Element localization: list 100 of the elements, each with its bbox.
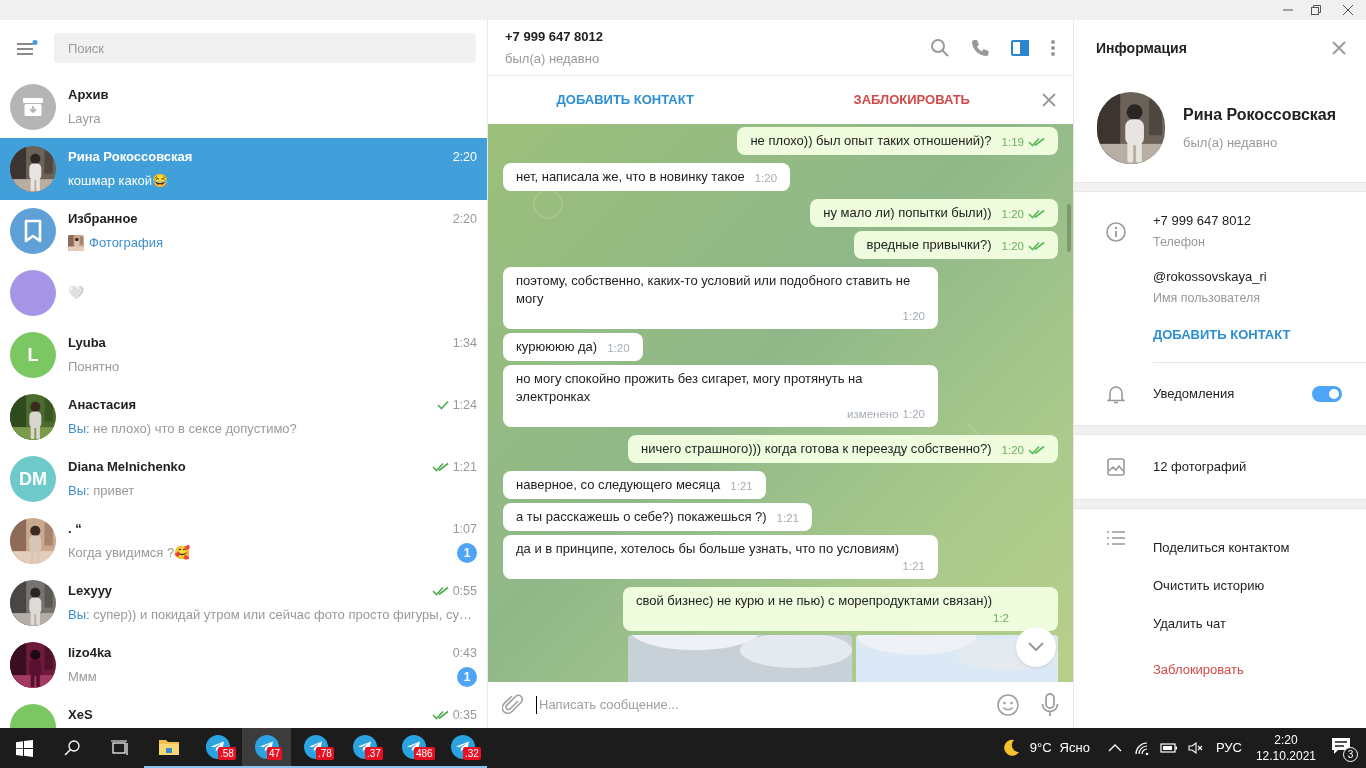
menu-item[interactable]: Поделиться контактом: [1153, 528, 1290, 567]
chat-name: Lexyyy: [68, 582, 113, 601]
taskbar-badge: .37: [365, 747, 383, 760]
phone-icon[interactable]: [970, 37, 990, 58]
message-preview: Вы: не плохо) что в сексе допустимо?: [68, 420, 297, 439]
message-time: 1:20: [902, 407, 925, 421]
wifi-icon[interactable]: [1133, 741, 1150, 755]
message-preview: Когда увидимся ?🥰: [68, 544, 191, 563]
menu-item[interactable]: Заблокировать: [1153, 650, 1290, 689]
panel-title: Информация: [1096, 38, 1187, 58]
taskbar-app[interactable]: .32: [438, 728, 487, 768]
clock-time: 2:20: [1274, 732, 1298, 748]
chat-time: 1:24: [452, 396, 477, 414]
unread-badge: 1: [457, 543, 477, 563]
info-icon: [1106, 222, 1126, 242]
message-time: 1:20: [754, 171, 778, 185]
message-input[interactable]: Написать сообщение...: [539, 695, 985, 715]
taskbar-app[interactable]: 486: [389, 728, 438, 768]
menu-icon[interactable]: [17, 40, 38, 56]
block-link[interactable]: ЗАБЛОКИРОВАТЬ: [853, 90, 970, 110]
attach-icon[interactable]: [502, 694, 524, 716]
message-preview: Вы: привет: [68, 482, 135, 501]
chat-time: 2:20: [452, 148, 477, 166]
close-icon[interactable]: [1343, 5, 1353, 15]
message-text: да и в принципе, хотелось бы больше узнать, что по условиям): [516, 540, 900, 558]
weather-temp: 9°C: [1029, 739, 1052, 758]
profile-name: Рина Рокоссовская: [1183, 105, 1337, 126]
message-time: 1:21: [730, 479, 753, 493]
taskbar-badge: 47: [267, 747, 283, 760]
taskbar-badge: .32: [463, 747, 481, 760]
message-icon[interactable]: [1332, 738, 1350, 754]
sidebar-toggle-icon[interactable]: [1010, 37, 1030, 58]
taskbar-app[interactable]: .78: [291, 728, 340, 768]
chat-name: Diana Melnichenko: [68, 458, 186, 477]
photos-link[interactable]: 12 фотографий: [1153, 456, 1247, 477]
close-icon[interactable]: [1332, 41, 1346, 55]
chat-time: 2:20: [452, 210, 477, 228]
unread-badge: 1: [457, 667, 477, 687]
chevron-down-icon: [1028, 642, 1044, 652]
scrollbar-thumb[interactable]: [1067, 204, 1071, 252]
message-time: 1:20: [902, 309, 925, 323]
message-text: вредные привычки?): [866, 236, 992, 254]
task-view-icon[interactable]: [111, 740, 129, 756]
chat-time: 1:34: [452, 334, 477, 352]
message-text: а ты расскажешь о себе?) покажешься ?): [516, 508, 767, 526]
add-contact-link[interactable]: ДОБАВИТЬ КОНТАКТ: [1153, 325, 1291, 345]
chat-name: XeS: [68, 706, 93, 725]
chat-name: Рина Рокоссовская: [68, 148, 193, 167]
close-icon[interactable]: [1042, 93, 1056, 107]
message-time: 1:20: [1001, 207, 1024, 221]
message-preview: Вы: супер)) и покидай утром или сейчас фото просто фигуры, су…: [68, 606, 472, 625]
chat-time: 0:35: [452, 706, 477, 724]
language-indicator[interactable]: РУС: [1215, 738, 1242, 758]
message-preview: Фотография: [89, 234, 164, 253]
weather-text: Ясно: [1059, 739, 1090, 758]
menu-item[interactable]: Очистить историю: [1153, 566, 1290, 605]
restore-icon[interactable]: [1311, 5, 1321, 15]
message-time: 1:20: [1001, 443, 1024, 457]
toggle-switch[interactable]: [1312, 385, 1342, 402]
chat-time: 0:55: [452, 582, 477, 600]
more-icon[interactable]: [1050, 37, 1056, 58]
microphone-icon[interactable]: [1041, 693, 1059, 717]
info-label: Имя пользователя: [1153, 290, 1261, 307]
info-value: +7 999 647 8012: [1153, 212, 1252, 230]
chevron-up-icon[interactable]: [1107, 743, 1122, 753]
search-field[interactable]: Поиск: [54, 33, 476, 63]
message-time: 1:21: [776, 511, 799, 525]
info-value: @rokossovskaya_ri: [1153, 268, 1268, 286]
profile-status: был(а) недавно: [1183, 134, 1279, 153]
edited-label: изменено: [847, 407, 899, 421]
bookmark-icon: [10, 208, 56, 254]
emoji-icon[interactable]: [997, 694, 1019, 716]
add-contact-link[interactable]: ДОБАВИТЬ КОНТАКТ: [556, 90, 694, 110]
avatar: L: [10, 332, 56, 378]
windows-icon[interactable]: [15, 739, 33, 757]
message-text: курюююю да): [516, 338, 598, 356]
message-text: ну мало ли) попытки были)): [823, 204, 992, 222]
message-time: 1:19: [1001, 135, 1024, 149]
menu-item[interactable]: Удалить чат: [1153, 604, 1290, 643]
message-preview: Понятно: [68, 358, 120, 377]
taskbar-app[interactable]: .37: [340, 728, 389, 768]
chat-name: . “: [68, 520, 82, 539]
folder-icon: [157, 738, 180, 756]
avatar: DM: [10, 456, 56, 502]
search-icon[interactable]: [64, 740, 80, 756]
taskbar-app[interactable]: 47: [242, 728, 291, 768]
message-text: не плохо)) был опыт таких отношений)?: [750, 132, 992, 150]
message-text: ничего страшного))) когда готова к переезду собственно?): [641, 440, 992, 458]
battery-icon[interactable]: [1159, 742, 1178, 754]
message-time: 1:20: [1001, 239, 1024, 253]
message-text: свой бизнес) не курю и не пью) с морепродуктами связан)): [636, 592, 993, 610]
message-preview: Ммм: [68, 668, 97, 687]
chat-status: был(а) недавно: [505, 50, 601, 68]
chat-time: 0:43: [452, 644, 477, 662]
message-text: но могу спокойно прожить без сигарет, могу протянуть на электронках: [516, 370, 864, 406]
chat-name: Анастасия: [68, 396, 137, 415]
message-text: поэтому, собственно, каких-то условий или подобного ставить не могу: [516, 272, 912, 308]
speaker-muted-icon[interactable]: [1187, 741, 1204, 755]
taskbar-badge: .78: [316, 747, 334, 760]
chat-time: 1:07: [452, 520, 477, 538]
